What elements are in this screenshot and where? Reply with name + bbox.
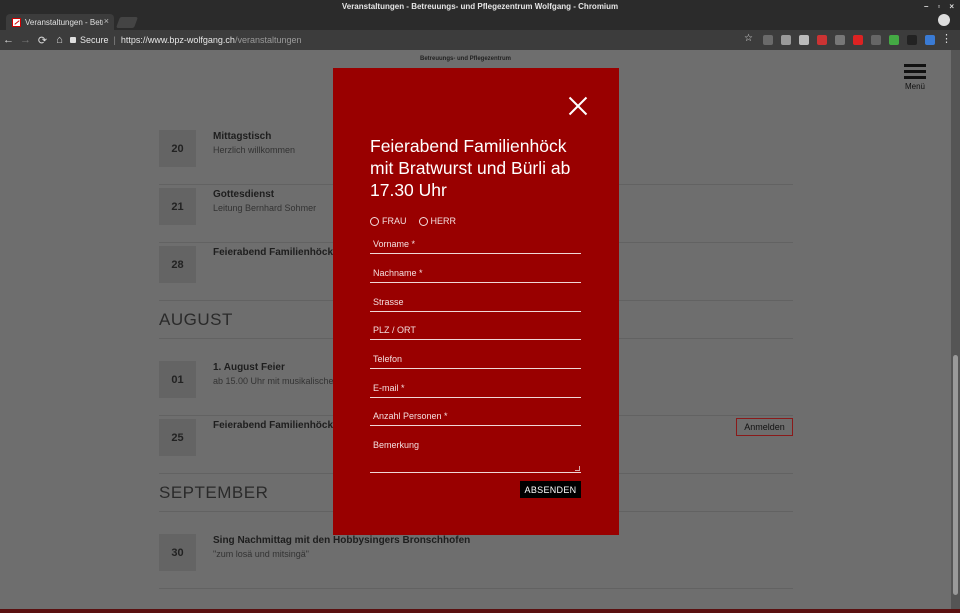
radio-circle-icon[interactable] <box>370 216 379 226</box>
extension-icon[interactable] <box>763 35 773 45</box>
radio-circle-icon[interactable] <box>418 216 428 226</box>
page-scrollbar[interactable] <box>951 50 960 610</box>
plz-ort-field[interactable]: PLZ / ORT <box>370 322 581 340</box>
event-subtitle: "zum losä und mitsingä" <box>213 549 309 559</box>
adblock-icon[interactable] <box>853 35 863 45</box>
nachname-field[interactable]: Nachname * <box>370 265 581 283</box>
extension-icon[interactable] <box>925 35 935 45</box>
event-title: Gottesdienst <box>213 189 275 200</box>
vorname-field[interactable]: Vorname * <box>370 236 581 254</box>
extension-icon[interactable] <box>889 35 899 45</box>
url-host: https://www.bpz-wolfgang.ch <box>120 35 235 45</box>
event-date: 01 <box>159 361 196 398</box>
strasse-field[interactable]: Strasse <box>370 294 581 312</box>
window-title-bar: Veranstaltungen - Betreuungs- und Pflege… <box>0 0 960 13</box>
minimize-button[interactable]: – <box>924 0 928 13</box>
month-heading-september: SEPTEMBER <box>159 483 269 502</box>
maximize-button[interactable]: ▫ <box>937 0 940 13</box>
back-icon[interactable]: ← <box>0 34 17 46</box>
window-controls: – ▫ × <box>924 0 954 13</box>
email-field[interactable]: E-mail * <box>370 380 581 398</box>
tab-strip: Veranstaltungen - Betreuungs- und Pflege… <box>0 13 960 30</box>
resize-grip-icon[interactable] <box>575 466 580 471</box>
new-tab-button[interactable] <box>115 17 139 28</box>
home-icon[interactable]: ⌂ <box>51 34 68 46</box>
event-date: 25 <box>159 419 196 456</box>
tab-title: Veranstaltungen - Betreuungs- und Pflege… <box>25 17 103 27</box>
extension-icon[interactable] <box>799 35 809 45</box>
reload-icon[interactable]: ⟳ <box>34 34 51 47</box>
radio-frau-label: FRAU <box>382 216 407 226</box>
forward-icon[interactable]: → <box>17 34 34 46</box>
extension-icon[interactable] <box>871 35 881 45</box>
personen-field[interactable]: Anzahl Personen * <box>370 408 581 426</box>
radio-herr-label: HERR <box>430 216 457 226</box>
browser-menu-icon[interactable]: ⋮ <box>941 32 952 45</box>
hamburger-icon-bar <box>904 70 926 73</box>
site-name: Betreuungs- und Pflegezentrum <box>420 56 512 62</box>
radio-frau[interactable]: FRAU <box>370 216 407 226</box>
omnibox-separator: | <box>113 35 116 45</box>
event-subtitle: Leitung Bernhard Sohmer <box>213 203 317 213</box>
menu-label: Menü <box>904 82 925 91</box>
event-title: Feierabend Familienhöck <box>213 420 334 431</box>
profile-icon[interactable] <box>938 14 950 26</box>
tab-close-icon[interactable]: × <box>104 16 109 26</box>
event-date: 21 <box>159 188 196 225</box>
url-path: /veranstaltungen <box>234 35 302 45</box>
hamburger-icon <box>904 64 926 67</box>
page-content: Betreuungs- und Pflegezentrum Menü 20 Mi… <box>0 50 951 610</box>
radio-herr[interactable]: HERR <box>418 216 457 226</box>
bemerkung-placeholder: Bemerkung <box>373 440 420 450</box>
close-icon[interactable] <box>568 96 588 116</box>
event-title: Mittagstisch <box>213 131 272 142</box>
close-window-button[interactable]: × <box>949 0 954 13</box>
event-date: 30 <box>159 534 196 571</box>
site-favicon-icon <box>12 17 21 27</box>
event-title: Sing Nachmittag mit den Hobbysingers Bro… <box>213 535 471 546</box>
browser-toolbar: ← → ⟳ ⌂ Secure | https://www.bpz-wolfgan… <box>0 30 960 50</box>
event-date: 28 <box>159 246 196 283</box>
extension-icon[interactable] <box>907 35 917 45</box>
event-subtitle: ab 15.00 Uhr mit musikalische <box>213 376 334 386</box>
event-row: 30 Sing Nachmittag mit den Hobbysingers … <box>159 534 793 589</box>
extension-icon[interactable] <box>781 35 791 45</box>
window-title: Veranstaltungen - Betreuungs- und Pflege… <box>341 2 619 11</box>
hamburger-icon-bar <box>904 76 926 79</box>
menu-button[interactable]: Menü <box>902 64 928 91</box>
event-title: 1. August Feier <box>213 362 285 373</box>
event-title: Feierabend Familienhöck <box>213 247 334 258</box>
extension-icon[interactable] <box>817 35 827 45</box>
telefon-field[interactable]: Telefon <box>370 351 581 369</box>
event-date: 20 <box>159 130 196 167</box>
lock-icon <box>70 37 76 43</box>
extension-icon[interactable] <box>835 35 845 45</box>
bemerkung-textarea[interactable]: Bemerkung <box>370 437 581 473</box>
secure-label: Secure <box>80 35 109 45</box>
register-button[interactable]: Anmelden <box>736 418 793 436</box>
page-bottom-band <box>0 609 960 613</box>
bookmark-star-icon[interactable]: ☆ <box>744 33 753 44</box>
event-subtitle: Herzlich willkommen <box>213 145 296 155</box>
salutation-radio-group: FRAU HERR <box>370 216 456 226</box>
address-bar[interactable]: Secure | https://www.bpz-wolfgang.ch/ver… <box>70 33 760 47</box>
scrollbar-thumb[interactable] <box>953 355 958 595</box>
month-heading-august: AUGUST <box>159 310 233 329</box>
submit-button[interactable]: ABSENDEN <box>520 481 581 498</box>
registration-modal: Feierabend Familienhöck mit Bratwurst un… <box>333 68 619 535</box>
modal-title: Feierabend Familienhöck mit Bratwurst un… <box>370 136 571 200</box>
tab-veranstaltungen[interactable]: Veranstaltungen - Betreuungs- und Pflege… <box>6 14 114 30</box>
